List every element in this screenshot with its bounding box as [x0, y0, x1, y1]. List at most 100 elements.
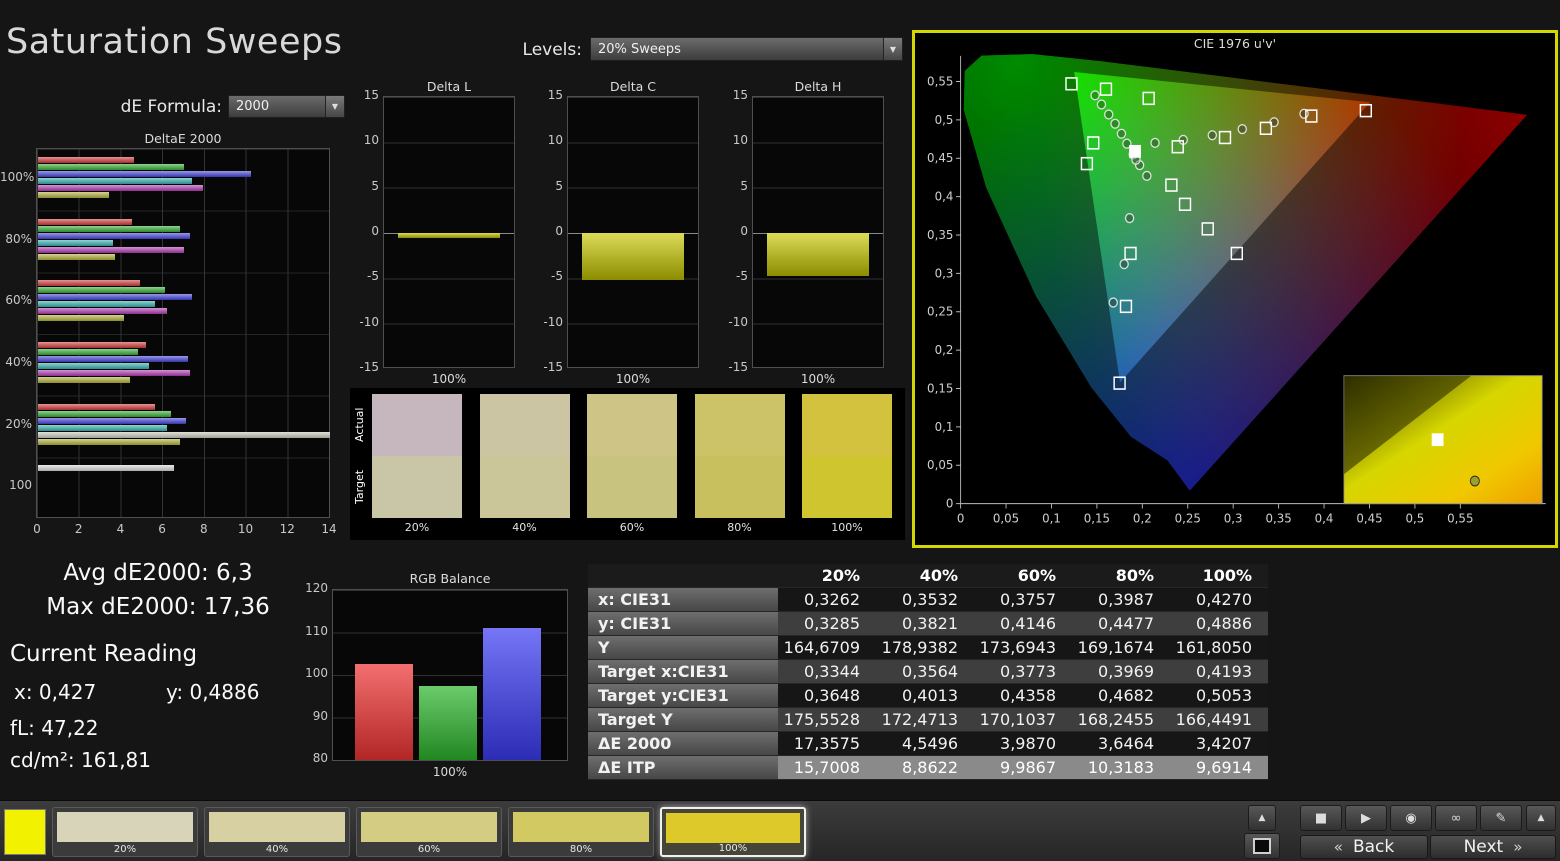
continuous-measure-icon[interactable]: ∞	[1435, 805, 1477, 831]
current-reading-label: Current Reading	[10, 641, 198, 667]
actual-row-label: Actual	[353, 407, 366, 443]
y-tick-label: 100%	[0, 169, 35, 184]
levels-dropdown[interactable]: 20% Sweeps ▼	[590, 37, 903, 61]
y-tick-label: 100	[305, 666, 328, 680]
x-tick-label: 8	[200, 522, 208, 536]
row-label: y: CIE31	[588, 612, 778, 636]
y-tick-label: 80	[312, 751, 328, 765]
back-button[interactable]: « Back	[1300, 835, 1428, 859]
arrow-up-icon: ▲	[1258, 813, 1266, 823]
bar	[767, 233, 869, 276]
svg-text:0: 0	[957, 511, 965, 526]
bar	[38, 308, 168, 315]
target-row-label: Target	[353, 469, 366, 505]
x-tick-label: 0	[33, 522, 41, 536]
edit-icon[interactable]: ✎	[1480, 805, 1522, 831]
rgb-balance-chart: 100% 120 110 100 90 80	[305, 581, 568, 779]
row-label: Target Y	[588, 708, 778, 732]
y-tick-label: -5	[367, 269, 379, 284]
current-color-indicator	[4, 809, 46, 855]
page-title: Saturation Sweeps	[6, 22, 343, 62]
play-icon[interactable]: ▶	[1345, 805, 1387, 831]
value-cell: 0,3987	[1072, 588, 1170, 612]
chevron-down-icon: ▼	[325, 96, 344, 117]
bar	[38, 377, 130, 383]
actual-swatch-80%	[694, 394, 785, 456]
saturation-swatch-button-20%[interactable]: 20%	[52, 807, 198, 857]
value-cell: 166,4491	[1170, 708, 1268, 732]
table-header-row: 20% 40% 60% 80% 100%	[588, 564, 1268, 588]
current-y-value: y: 0,4886	[166, 680, 260, 704]
y-tick-label: 15	[547, 88, 563, 102]
value-cell: 0,4477	[1072, 612, 1170, 636]
cie-x-ticks: 0 0,05 0,1 0,15 0,2 0,25 0,3 0,35 0,4 0,45 0,5 0,55	[957, 503, 1473, 526]
delta-c-title: Delta C	[609, 79, 657, 94]
x-tick-label: 4	[116, 522, 125, 536]
svg-text:0,05: 0,05	[993, 511, 1019, 526]
delta-l-plot	[383, 96, 515, 368]
saturation-swatch-button-80%[interactable]: 80%	[508, 807, 654, 857]
value-cell: 3,4207	[1170, 732, 1268, 756]
bar	[38, 370, 191, 376]
inset-measured-dot	[1469, 475, 1480, 487]
value-cell: 170,1037	[974, 708, 1072, 732]
svg-text:0,35: 0,35	[927, 228, 953, 243]
row-label: Target y:CIE31	[588, 684, 778, 708]
y-tick-label: -5	[551, 269, 563, 284]
svg-text:0,05: 0,05	[927, 458, 953, 473]
table-row: Target x:CIE31 0,3344 0,3564 0,3773 0,3969 0,…	[588, 660, 1268, 684]
value-cell: 164,6709	[778, 636, 876, 660]
row-label: ΔE ITP	[588, 756, 778, 780]
chevrons-right-icon: »	[1513, 838, 1523, 856]
delta-h-plot	[752, 96, 884, 368]
measurement-table: 20% 40% 60% 80% 100% x: CIE31 0,3262 0,3532 0,37…	[588, 564, 1268, 780]
y-tick-label: 60%	[5, 293, 32, 308]
scroll-up-button-right[interactable]: ▲	[1526, 805, 1556, 831]
de-formula-dropdown[interactable]: 2000 ▼	[228, 95, 345, 118]
square-icon	[1253, 838, 1271, 854]
bar	[38, 280, 141, 287]
bar	[38, 356, 189, 362]
stop-icon[interactable]: ■	[1300, 805, 1342, 831]
table-row: Y 164,6709 178,9382 173,6943 169,1674 161,805…	[588, 636, 1268, 660]
saturation-swatch-button-40%[interactable]: 40%	[204, 807, 350, 857]
delta-h-x-label: 100%	[800, 372, 836, 386]
y-tick-label: 110	[305, 623, 328, 638]
display-mode-button[interactable]	[1244, 833, 1280, 859]
header-cell	[588, 564, 778, 588]
value-cell: 0,4886	[1170, 612, 1268, 636]
scroll-up-button-left[interactable]: ▲	[1248, 805, 1276, 831]
value-cell: 10,3183	[1072, 756, 1170, 780]
next-button[interactable]: Next »	[1430, 835, 1556, 859]
rgb-balance-title: RGB Balance	[409, 571, 491, 586]
saturation-swatch-button-100%[interactable]: 100%	[660, 807, 806, 857]
chevron-down-icon: ▼	[883, 38, 902, 60]
saturation-swatch-button-60%[interactable]: 60%	[356, 807, 502, 857]
bar	[38, 246, 184, 253]
swatch-column-label: 60%	[619, 521, 645, 534]
actual-swatch-40%	[479, 394, 570, 456]
bar	[38, 157, 134, 163]
value-cell: 0,3773	[974, 660, 1072, 684]
svg-text:0,2: 0,2	[935, 343, 954, 358]
single-measure-icon[interactable]: ◉	[1390, 805, 1432, 831]
value-cell: 0,3564	[876, 660, 974, 684]
table-row: Target Y 175,5528 172,4713 170,1037 168,2455…	[588, 708, 1268, 732]
deltae-chart	[36, 148, 330, 518]
bar	[38, 363, 149, 369]
svg-text:0,45: 0,45	[927, 151, 953, 166]
y-tick-label: -15	[359, 360, 379, 374]
bar	[38, 315, 124, 322]
chevrons-left-icon: «	[1333, 838, 1343, 856]
swatch-column-label: 20%	[404, 521, 430, 534]
table-row: y: CIE31 0,3285 0,3821 0,4146 0,4477 0,4886	[588, 612, 1268, 636]
svg-text:0,15: 0,15	[927, 381, 953, 396]
target-swatch-40%	[479, 456, 570, 518]
y-tick-label: -15	[728, 360, 748, 374]
swatch-color	[361, 812, 497, 842]
table-row: ΔE 2000 17,3575 4,5496 3,9870 3,6464 3,4207	[588, 732, 1268, 756]
bar	[38, 185, 203, 191]
swatch-label: 80%	[569, 844, 593, 855]
cie-zoom-inset	[1343, 375, 1543, 505]
actual-target-swatch-panel: Actual Target 20% 40% 60% 80% 100%	[350, 388, 905, 540]
